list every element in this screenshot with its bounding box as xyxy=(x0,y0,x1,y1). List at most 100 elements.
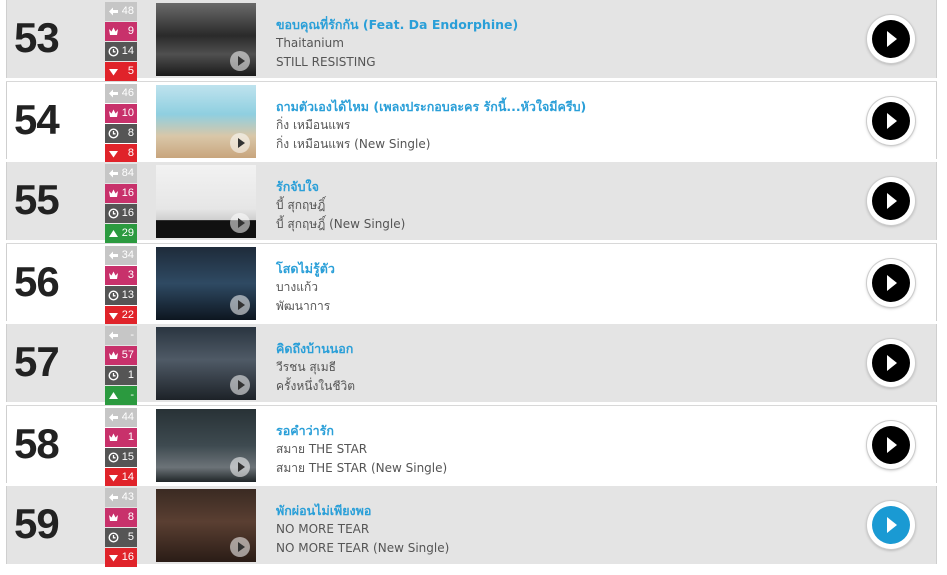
previous-rank-value: 84 xyxy=(121,167,134,179)
rank-stats: 34 3 13 22 xyxy=(105,246,137,326)
stat-peak: 57 xyxy=(105,346,137,365)
song-info: คิดถึงบ้านนอก วีรชน สุเมธีครั้งหนึ่งในชีว… xyxy=(276,339,836,396)
thumbnail-play-icon xyxy=(230,213,250,233)
play-button[interactable] xyxy=(867,97,915,145)
artist-name[interactable]: กิ่ง เหมือนแพร xyxy=(276,116,836,135)
rank-change-value: 5 xyxy=(127,65,134,77)
stat-move: - xyxy=(105,386,137,405)
rank-change-value: 22 xyxy=(121,309,134,321)
stat-peak: 8 xyxy=(105,508,137,527)
rank-number: 53 xyxy=(14,14,60,61)
previous-rank-value: 46 xyxy=(121,87,134,99)
song-title-link[interactable]: โสดไม่รู้ตัว xyxy=(276,259,836,278)
previous-rank-value: - xyxy=(130,329,134,341)
play-button[interactable] xyxy=(867,339,915,387)
video-thumbnail[interactable] xyxy=(156,327,256,400)
chart-row: 59 43 8 5 16 พักผ่อนไม่เพียงพอ NO MORE TEAR NO … xyxy=(6,486,937,567)
chart-row: 57 - 57 1 - คิดถึงบ้านนอก วีรชน สุเมธีครั้งหนึ… xyxy=(6,324,937,405)
album-name: ครั้งหนึ่งในชีวิต xyxy=(276,379,356,393)
artist-name[interactable]: วีรชน สุเมธี xyxy=(276,358,836,377)
stat-move: 16 xyxy=(105,548,137,567)
chart-row: 53 48 9 14 5 ขอบคุณที่รักกัน (Feat. Da Endorp… xyxy=(6,0,937,81)
song-info: ขอบคุณที่รักกัน (Feat. Da Endorphine) Tha… xyxy=(276,15,836,72)
stat-move: 5 xyxy=(105,62,137,81)
rank-number: 59 xyxy=(14,500,60,547)
artist-name[interactable]: บี้ สุกฤษฎิ์ xyxy=(276,196,836,215)
stat-weeks: 1 xyxy=(105,366,137,385)
stat-prev: 34 xyxy=(105,246,137,265)
play-icon xyxy=(872,182,910,220)
stat-peak: 3 xyxy=(105,266,137,285)
peak-rank-value: 3 xyxy=(127,269,134,281)
thumbnail-play-icon xyxy=(230,295,250,315)
peak-rank-value: 57 xyxy=(121,349,134,361)
previous-rank-value: 43 xyxy=(121,491,134,503)
song-info: รักจับใจ บี้ สุกฤษฎิ์บี้ สุกฤษฎิ์ (New Si… xyxy=(276,177,836,234)
song-title-link[interactable]: รักจับใจ xyxy=(276,177,836,196)
video-thumbnail[interactable] xyxy=(156,489,256,562)
stat-weeks: 16 xyxy=(105,204,137,223)
album-name: พัฒนาการ xyxy=(276,299,331,313)
stat-prev: 46 xyxy=(105,84,137,103)
artist-name[interactable]: NO MORE TEAR xyxy=(276,520,836,539)
album-name: บี้ สุกฤษฎิ์ (New Single) xyxy=(276,217,406,231)
rank-stats: - 57 1 - xyxy=(105,326,137,406)
play-icon xyxy=(872,102,910,140)
song-title-link[interactable]: พักผ่อนไม่เพียงพอ xyxy=(276,501,836,520)
album-name: NO MORE TEAR (New Single) xyxy=(276,541,450,555)
song-info: พักผ่อนไม่เพียงพอ NO MORE TEAR NO MORE TEA… xyxy=(276,501,836,558)
weeks-on-chart-value: 14 xyxy=(121,45,134,57)
artist-name[interactable]: บางแก้ว xyxy=(276,278,836,297)
previous-rank-value: 34 xyxy=(121,249,134,261)
play-button[interactable] xyxy=(867,501,915,549)
song-title-link[interactable]: ขอบคุณที่รักกัน (Feat. Da Endorphine) xyxy=(276,15,836,34)
video-thumbnail[interactable] xyxy=(156,165,256,238)
play-icon xyxy=(872,20,910,58)
weeks-on-chart-value: 5 xyxy=(127,531,134,543)
rank-stats: 44 1 15 14 xyxy=(105,408,137,488)
stat-prev: 84 xyxy=(105,164,137,183)
song-info: โสดไม่รู้ตัว บางแก้วพัฒนาการ xyxy=(276,259,836,316)
rank-change-value: 29 xyxy=(121,227,134,239)
weeks-on-chart-value: 13 xyxy=(121,289,134,301)
play-icon xyxy=(872,264,910,302)
rank-stats: 46 10 8 8 xyxy=(105,84,137,164)
stat-prev: 44 xyxy=(105,408,137,427)
song-title-link[interactable]: ถามตัวเองได้ไหม (เพลงประกอบละคร รักนี้..… xyxy=(276,97,836,116)
video-thumbnail[interactable] xyxy=(156,3,256,76)
play-button[interactable] xyxy=(867,177,915,225)
stat-prev: 48 xyxy=(105,2,137,21)
album-name: STILL RESISTING xyxy=(276,55,376,69)
weeks-on-chart-value: 8 xyxy=(127,127,134,139)
video-thumbnail[interactable] xyxy=(156,247,256,320)
chart-row: 54 46 10 8 8 ถามตัวเองได้ไหม (เพลงประกอบละคร … xyxy=(6,81,937,164)
play-button[interactable] xyxy=(867,15,915,63)
stat-peak: 10 xyxy=(105,104,137,123)
song-title-link[interactable]: รอคำว่ารัก xyxy=(276,421,836,440)
chart-row: 58 44 1 15 14 รอคำว่ารัก สมาย THE STAR สมาย THE… xyxy=(6,405,937,488)
play-icon xyxy=(872,506,910,544)
rank-number: 56 xyxy=(14,258,60,305)
rank-change-value: - xyxy=(130,389,134,401)
rank-change-value: 8 xyxy=(127,147,134,159)
video-thumbnail[interactable] xyxy=(156,85,256,158)
artist-name[interactable]: Thaitanium xyxy=(276,34,836,53)
video-thumbnail[interactable] xyxy=(156,409,256,482)
peak-rank-value: 16 xyxy=(121,187,134,199)
play-button[interactable] xyxy=(867,421,915,469)
artist-name[interactable]: สมาย THE STAR xyxy=(276,440,836,459)
rank-change-value: 16 xyxy=(121,551,134,563)
chart-row: 55 84 16 16 29 รักจับใจ บี้ สุกฤษฎิ์บี้ สุกฤษฎ… xyxy=(6,162,937,243)
album-name: กิ่ง เหมือนแพร (New Single) xyxy=(276,137,431,151)
thumbnail-play-icon xyxy=(230,133,250,153)
stat-peak: 1 xyxy=(105,428,137,447)
play-button[interactable] xyxy=(867,259,915,307)
chart-list: 53 48 9 14 5 ขอบคุณที่รักกัน (Feat. Da Endorp… xyxy=(6,0,937,575)
stat-move: 14 xyxy=(105,468,137,487)
song-title-link[interactable]: คิดถึงบ้านนอก xyxy=(276,339,836,358)
peak-rank-value: 8 xyxy=(127,511,134,523)
rank-number: 55 xyxy=(14,176,60,223)
stat-weeks: 8 xyxy=(105,124,137,143)
play-icon xyxy=(872,344,910,382)
weeks-on-chart-value: 16 xyxy=(121,207,134,219)
